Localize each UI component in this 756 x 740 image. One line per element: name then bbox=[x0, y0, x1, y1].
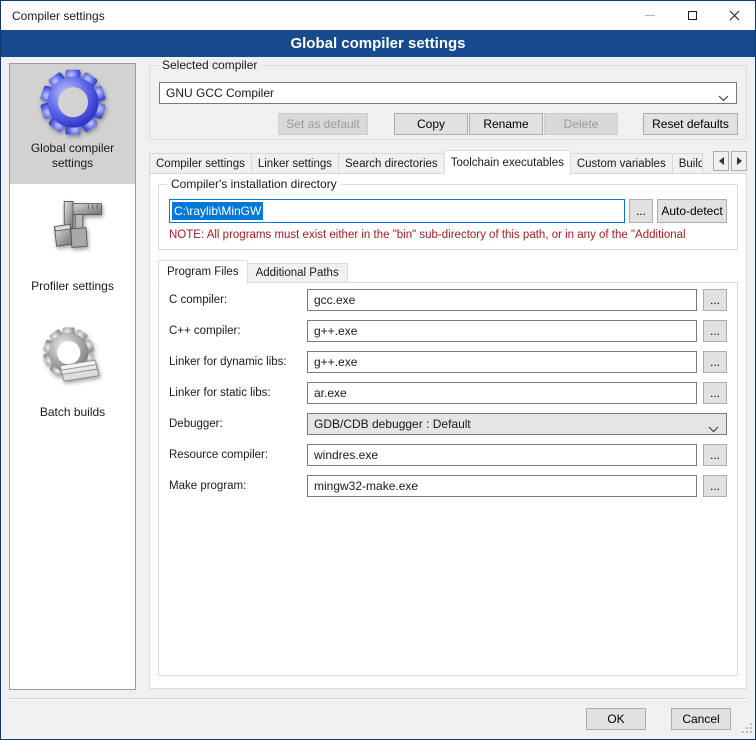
caliper-icon bbox=[38, 196, 108, 269]
toolchain-executables-page: Compiler's installation directory C:\ray… bbox=[149, 173, 747, 689]
sidebar-item-label: Global compiler settings bbox=[10, 141, 135, 171]
field-label: Make program: bbox=[169, 480, 307, 492]
page-title: Global compiler settings bbox=[1, 30, 755, 57]
sidebar-item-batch-builds[interactable]: Batch builds bbox=[10, 294, 135, 420]
close-button[interactable] bbox=[713, 1, 755, 30]
blue-gear-icon bbox=[36, 64, 110, 141]
browse-make-program-button[interactable]: ... bbox=[703, 475, 727, 497]
installation-directory-group: Compiler's installation directory C:\ray… bbox=[158, 184, 738, 250]
sidebar-item-label: Batch builds bbox=[36, 405, 109, 420]
form-row-static-linker: Linker for static libs: ar.exe ... bbox=[169, 382, 727, 404]
field-label: Linker for static libs: bbox=[169, 387, 307, 399]
field-label: C++ compiler: bbox=[169, 325, 307, 337]
ok-button[interactable]: OK bbox=[586, 708, 646, 730]
group-label: Compiler's installation directory bbox=[167, 177, 341, 191]
settings-sidebar: Global compiler settings bbox=[9, 63, 136, 690]
tab-build-options[interactable]: Build options bbox=[672, 153, 703, 174]
tab-program-files[interactable]: Program Files bbox=[158, 260, 248, 284]
reset-defaults-button[interactable]: Reset defaults bbox=[643, 113, 738, 135]
field-label: Debugger: bbox=[169, 418, 307, 430]
field-label: C compiler: bbox=[169, 294, 307, 306]
close-icon bbox=[729, 10, 740, 21]
main-tab-strip: Compiler settings Linker settings Search… bbox=[149, 148, 747, 174]
sidebar-item-profiler-settings[interactable]: Profiler settings bbox=[10, 184, 135, 294]
debugger-select-value: GDB/CDB debugger : Default bbox=[314, 417, 471, 431]
static-linker-input[interactable]: ar.exe bbox=[307, 382, 697, 404]
window-title: Compiler settings bbox=[1, 9, 105, 23]
cpp-compiler-input[interactable]: g++.exe bbox=[307, 320, 697, 342]
sidebar-item-global-compiler-settings[interactable]: Global compiler settings bbox=[10, 64, 135, 184]
tab-custom-variables[interactable]: Custom variables bbox=[570, 153, 673, 174]
footer-divider bbox=[9, 698, 747, 700]
browse-c-compiler-button[interactable]: ... bbox=[703, 289, 727, 311]
tab-scroll-right-button[interactable] bbox=[731, 151, 747, 171]
resize-grip[interactable] bbox=[741, 722, 752, 736]
gray-gear-stack-icon bbox=[38, 322, 108, 395]
tab-search-directories[interactable]: Search directories bbox=[338, 153, 445, 174]
sidebar-item-label: Profiler settings bbox=[27, 279, 118, 294]
tab-scroll-left-button[interactable] bbox=[713, 151, 729, 171]
compiler-settings-dialog: Compiler settings Global compiler settin… bbox=[0, 0, 756, 740]
cancel-button[interactable]: Cancel bbox=[671, 708, 731, 730]
form-row-dynamic-linker: Linker for dynamic libs: g++.exe ... bbox=[169, 351, 727, 373]
chevron-down-icon bbox=[708, 422, 719, 435]
browse-static-linker-button[interactable]: ... bbox=[703, 382, 727, 404]
compiler-select-value: GNU GCC Compiler bbox=[166, 86, 274, 100]
minimize-button[interactable] bbox=[629, 1, 671, 30]
installation-directory-input[interactable]: C:\raylib\MinGW bbox=[169, 199, 625, 223]
compiler-select[interactable]: GNU GCC Compiler bbox=[159, 82, 737, 104]
tab-compiler-settings[interactable]: Compiler settings bbox=[149, 153, 252, 174]
form-row-resource-compiler: Resource compiler: windres.exe ... bbox=[169, 444, 727, 466]
resource-compiler-input[interactable]: windres.exe bbox=[307, 444, 697, 466]
c-compiler-input[interactable]: gcc.exe bbox=[307, 289, 697, 311]
form-row-cpp-compiler: C++ compiler: g++.exe ... bbox=[169, 320, 727, 342]
form-row-make-program: Make program: mingw32-make.exe ... bbox=[169, 475, 727, 497]
arrow-left-icon bbox=[719, 157, 724, 165]
title-bar: Compiler settings bbox=[1, 1, 755, 30]
maximize-icon bbox=[688, 11, 697, 20]
delete-button[interactable]: Delete bbox=[544, 113, 618, 135]
tab-additional-paths[interactable]: Additional Paths bbox=[247, 263, 348, 283]
field-label: Resource compiler: bbox=[169, 449, 307, 461]
program-files-panel: C compiler: gcc.exe ... C++ compiler: g+… bbox=[158, 282, 738, 676]
field-label: Linker for dynamic libs: bbox=[169, 356, 307, 368]
arrow-right-icon bbox=[737, 157, 742, 165]
selected-compiler-group: Selected compiler GNU GCC Compiler Set a… bbox=[149, 65, 747, 140]
auto-detect-button[interactable]: Auto-detect bbox=[657, 199, 727, 223]
browse-directory-button[interactable]: ... bbox=[629, 199, 653, 223]
browse-dynamic-linker-button[interactable]: ... bbox=[703, 351, 727, 373]
tab-linker-settings[interactable]: Linker settings bbox=[251, 153, 339, 174]
set-as-default-button[interactable]: Set as default bbox=[278, 113, 368, 135]
dynamic-linker-input[interactable]: g++.exe bbox=[307, 351, 697, 373]
rename-button[interactable]: Rename bbox=[469, 113, 543, 135]
group-label: Selected compiler bbox=[158, 58, 261, 72]
note-text: NOTE: All programs must exist either in … bbox=[169, 229, 734, 241]
selected-text: C:\raylib\MinGW bbox=[172, 202, 263, 220]
browse-cpp-compiler-button[interactable]: ... bbox=[703, 320, 727, 342]
executables-tab-strip: Program Files Additional Paths bbox=[158, 258, 348, 283]
tab-toolchain-executables[interactable]: Toolchain executables bbox=[444, 150, 571, 175]
make-program-input[interactable]: mingw32-make.exe bbox=[307, 475, 697, 497]
maximize-button[interactable] bbox=[671, 1, 713, 30]
form-row-debugger: Debugger: GDB/CDB debugger : Default bbox=[169, 413, 727, 435]
debugger-select[interactable]: GDB/CDB debugger : Default bbox=[307, 413, 727, 435]
chevron-down-icon bbox=[718, 91, 729, 105]
minimize-icon bbox=[645, 15, 655, 16]
form-row-c-compiler: C compiler: gcc.exe ... bbox=[169, 289, 727, 311]
copy-button[interactable]: Copy bbox=[394, 113, 468, 135]
browse-resource-compiler-button[interactable]: ... bbox=[703, 444, 727, 466]
